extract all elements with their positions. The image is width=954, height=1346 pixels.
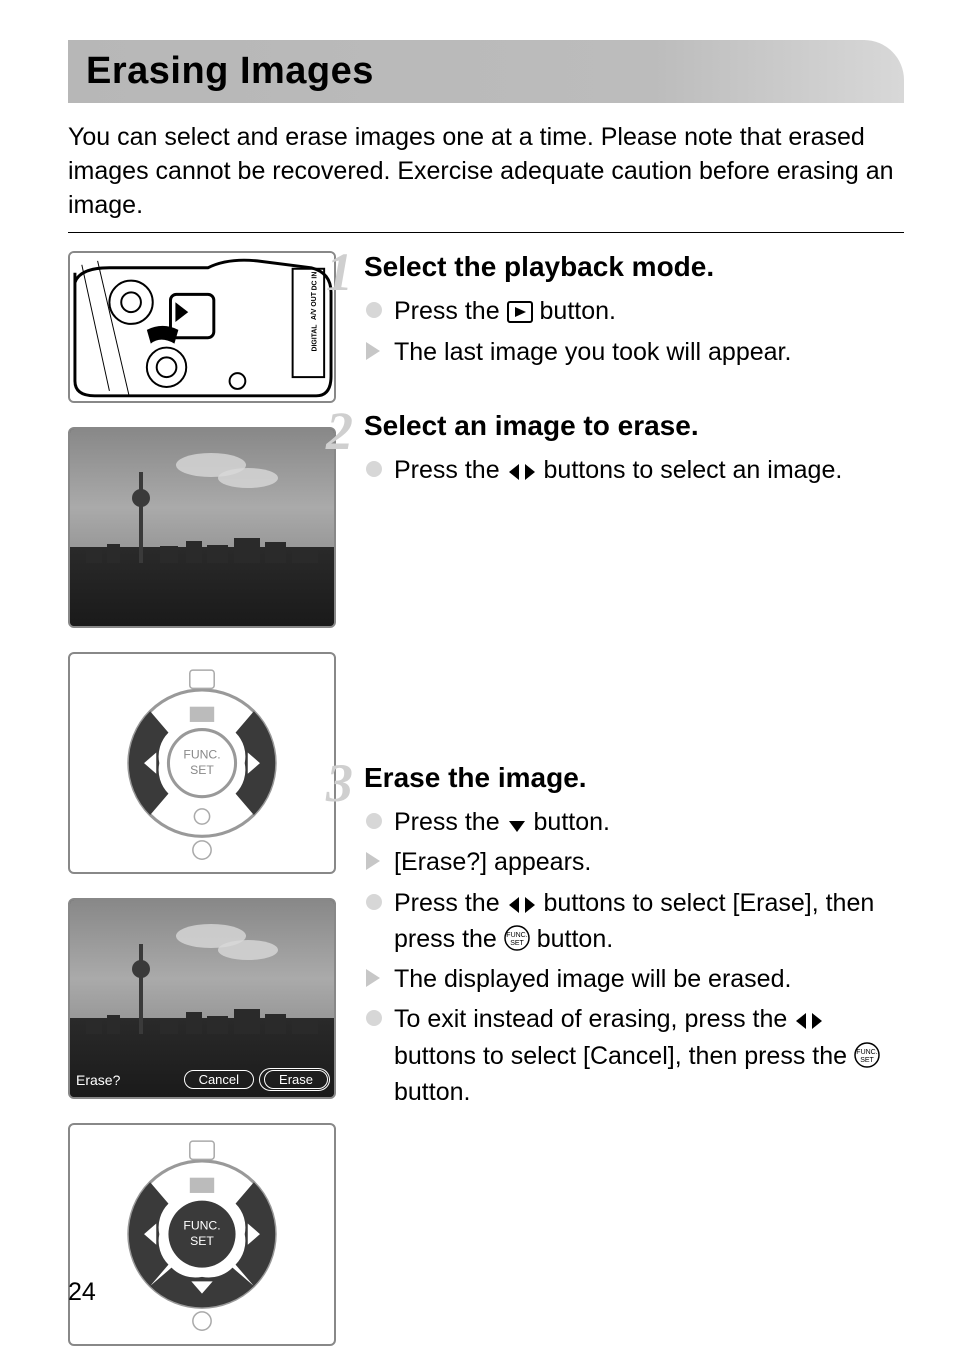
instruction-item: Press the button. (364, 804, 904, 840)
text: button. (527, 808, 610, 836)
step-heading: Erase the image. (364, 762, 904, 794)
illustration-camera-back: DC IN A/V OUT DIGITAL (68, 251, 336, 403)
text: button. (530, 925, 613, 953)
camera-back-icon: DC IN A/V OUT DIGITAL (70, 253, 334, 401)
step-heading: Select an image to erase. (364, 410, 904, 442)
step-number: 3 (326, 752, 353, 814)
svg-text:SET: SET (860, 1057, 874, 1064)
instruction-result: The last image you took will appear. (364, 334, 904, 370)
illustration-control-dial-lr: FUNC. SET (68, 652, 336, 874)
text: Press the (394, 456, 507, 484)
instruction-result: The displayed image will be erased. (364, 961, 904, 997)
svg-text:DIGITAL: DIGITAL (311, 325, 318, 352)
text: Press the (394, 808, 507, 836)
down-arrow-icon (507, 818, 527, 834)
svg-text:FUNC.: FUNC. (183, 1219, 220, 1233)
illustration-lcd-image (68, 427, 336, 628)
page-title-bar: Erasing Images (68, 40, 904, 103)
text: buttons to select [Cancel], then press t… (394, 1042, 854, 1070)
lcd-erase-option: Erase (264, 1070, 328, 1089)
text: [Erase?] appears. (394, 848, 591, 876)
playback-icon (507, 301, 533, 323)
step-number: 1 (326, 241, 353, 303)
svg-text:FUNC.: FUNC. (183, 748, 220, 762)
svg-text:SET: SET (190, 1234, 214, 1248)
dpad-leftright-icon: FUNC. SET (80, 664, 324, 862)
instruction-result: [Erase?] appears. (364, 844, 904, 880)
svg-text:DC IN: DC IN (311, 272, 318, 291)
page-title: Erasing Images (86, 50, 886, 93)
step-heading: Select the playback mode. (364, 251, 904, 283)
svg-text:SET: SET (190, 763, 214, 777)
text: button. (533, 297, 616, 325)
step-2: 2 Select an image to erase. Press the bu… (364, 410, 904, 488)
page-number: 24 (68, 1278, 96, 1307)
func-set-icon: FUNC.SET (504, 925, 530, 951)
text: buttons to select an image. (537, 456, 843, 484)
lcd-cancel-option: Cancel (184, 1070, 254, 1089)
instruction-item: Press the button. (364, 293, 904, 329)
svg-text:SET: SET (510, 940, 524, 947)
text: The last image you took will appear. (394, 338, 791, 366)
left-right-arrows-icon (507, 895, 537, 915)
instruction-item: Press the buttons to select an image. (364, 452, 904, 488)
text: The displayed image will be erased. (394, 965, 791, 993)
text: button. (394, 1078, 470, 1106)
dpad-full-icon: FUNC. SET (80, 1135, 324, 1333)
svg-text:A/V OUT: A/V OUT (311, 292, 318, 321)
func-set-icon: FUNC.SET (854, 1042, 880, 1068)
left-right-arrows-icon (794, 1011, 824, 1031)
lcd-erase-prompt-text: Erase? (76, 1072, 120, 1088)
illustration-control-dial-full: FUNC. SET (68, 1123, 336, 1345)
svg-text:FUNC.: FUNC. (506, 932, 527, 939)
step-1: 1 Select the playback mode. Press the bu… (364, 251, 904, 370)
step-number: 2 (326, 400, 353, 462)
text: Press the (394, 297, 507, 325)
svg-text:FUNC.: FUNC. (856, 1049, 877, 1056)
instruction-item: Press the buttons to select [Erase], the… (364, 885, 904, 958)
intro-text: You can select and erase images one at a… (68, 121, 904, 222)
text: To exit instead of erasing, press the (394, 1005, 794, 1033)
separator (68, 232, 904, 233)
illustration-lcd-erase-prompt: Erase? Cancel Erase (68, 898, 336, 1099)
left-right-arrows-icon (507, 462, 537, 482)
step-3: 3 Erase the image. Press the button. [Er… (364, 762, 904, 1110)
text: Press the (394, 889, 507, 917)
instruction-item: To exit instead of erasing, press the bu… (364, 1001, 904, 1110)
